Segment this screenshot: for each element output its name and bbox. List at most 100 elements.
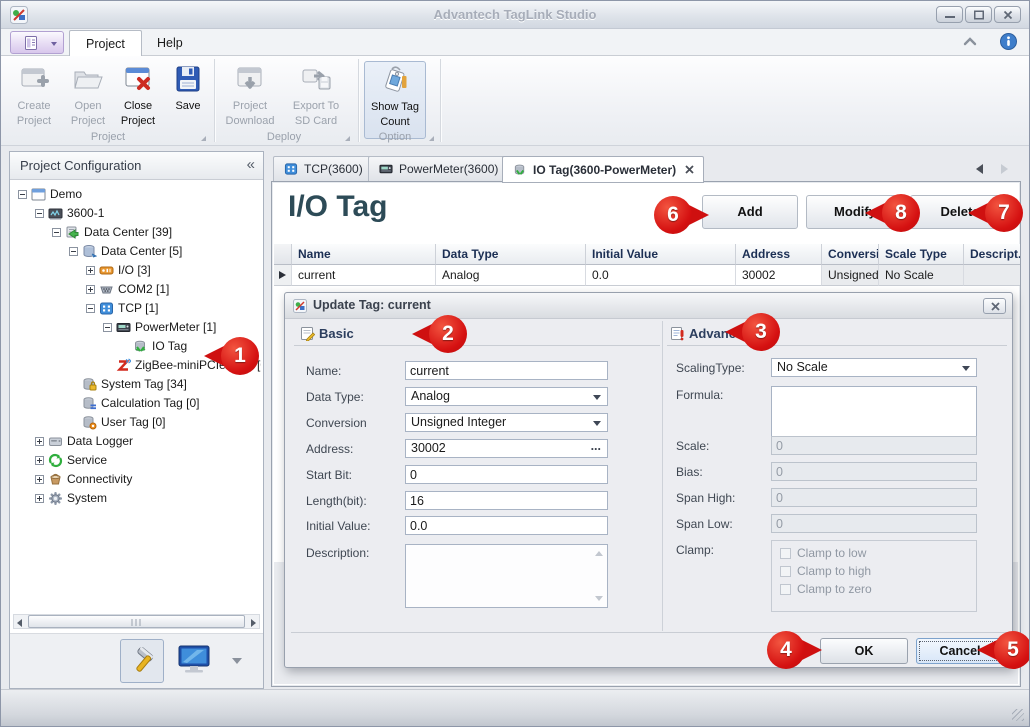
initial-value-input[interactable] xyxy=(405,516,608,535)
tree-item-io[interactable]: I/O [3] xyxy=(10,261,261,280)
collapse-expander-icon[interactable] xyxy=(86,304,95,313)
column-header-initial-value[interactable]: Initial Value xyxy=(586,244,736,265)
checkbox-icon[interactable] xyxy=(780,584,791,595)
tree-item-demo[interactable]: Demo xyxy=(10,185,261,204)
tree-horizontal-scrollbar[interactable] xyxy=(13,614,260,629)
resize-grip[interactable] xyxy=(1012,709,1024,721)
tab-scroll-right-icon[interactable] xyxy=(1001,164,1008,174)
start-bit-input[interactable] xyxy=(405,465,608,484)
tab-scroll-left-icon[interactable] xyxy=(976,164,983,174)
expand-expander-icon[interactable] xyxy=(35,475,44,484)
column-header-data-type[interactable]: Data Type xyxy=(436,244,586,265)
address-input[interactable]: 30002... xyxy=(405,439,608,458)
save-button[interactable]: Save xyxy=(163,61,213,139)
group-launcher-option[interactable] xyxy=(429,136,434,141)
textarea-scroll-down-icon[interactable] xyxy=(595,596,603,601)
sidebar-collapse-button[interactable]: « xyxy=(247,152,255,178)
description-textarea[interactable] xyxy=(405,544,608,608)
tree-item-data-logger[interactable]: Data Logger xyxy=(10,432,261,451)
cell-data-type[interactable]: Analog xyxy=(436,265,586,286)
collapse-expander-icon[interactable] xyxy=(103,323,112,332)
tree-item-service[interactable]: Service xyxy=(10,451,261,470)
clamp-to-high-option[interactable]: Clamp to high xyxy=(780,564,871,578)
length-input[interactable] xyxy=(405,491,608,510)
tab-powermeter[interactable]: PowerMeter(3600) xyxy=(368,156,508,182)
column-header-scale-type[interactable]: Scale Type xyxy=(879,244,964,265)
monitor-mode-button[interactable] xyxy=(172,639,216,683)
cell-initial-value[interactable]: 0.0 xyxy=(586,265,736,286)
column-header-name[interactable]: Name xyxy=(292,244,436,265)
collapse-expander-icon[interactable] xyxy=(18,190,27,199)
tab-tcp[interactable]: TCP(3600) xyxy=(273,156,373,182)
collapse-expander-icon[interactable] xyxy=(69,247,78,256)
column-header-address[interactable]: Address xyxy=(736,244,822,265)
minimize-button[interactable] xyxy=(936,6,963,23)
tab-close-icon[interactable] xyxy=(685,165,694,174)
data-type-select[interactable]: Analog xyxy=(405,387,608,406)
expand-expander-icon[interactable] xyxy=(86,285,95,294)
project-download-button[interactable]: Project Download xyxy=(222,61,278,139)
tree-item-connectivity[interactable]: Connectivity xyxy=(10,470,261,489)
export-sd-card-button[interactable]: Export To SD Card xyxy=(285,61,347,139)
clamp-to-zero-option[interactable]: Clamp to zero xyxy=(780,582,872,596)
collapse-expander-icon[interactable] xyxy=(35,209,44,218)
ribbon-tab-help[interactable]: Help xyxy=(141,30,199,56)
tree-item-tcp[interactable]: TCP [1] xyxy=(10,299,261,318)
tree-item-system-tag[interactable]: System Tag [34] xyxy=(10,375,261,394)
scroll-right-arrow-icon[interactable] xyxy=(251,619,256,627)
checkbox-icon[interactable] xyxy=(780,548,791,559)
create-project-button[interactable]: Create Project xyxy=(9,61,59,139)
expand-expander-icon[interactable] xyxy=(35,494,44,503)
textarea-scroll-up-icon[interactable] xyxy=(595,551,603,556)
cell-name[interactable]: current xyxy=(292,265,436,286)
dialog-title-bar[interactable]: Update Tag: current xyxy=(285,293,1012,319)
column-header-description[interactable]: Descript... xyxy=(964,244,1020,265)
calculation-tag-icon xyxy=(82,396,97,411)
info-icon[interactable] xyxy=(1000,33,1017,50)
build-mode-button[interactable] xyxy=(120,639,164,683)
tree-item-calculation-tag[interactable]: Calculation Tag [0] xyxy=(10,394,261,413)
ribbon-tab-project[interactable]: Project xyxy=(69,30,142,56)
clamp-to-low-option[interactable]: Clamp to low xyxy=(780,546,866,560)
cell-conversion[interactable]: Unsigned ... xyxy=(822,265,879,286)
tree-item-com2[interactable]: COM2 [1] xyxy=(10,280,261,299)
tree-item-powermeter[interactable]: PowerMeter [1] xyxy=(10,318,261,337)
cell-scale-type[interactable]: No Scale xyxy=(879,265,964,286)
column-header-conversion[interactable]: Conversi... xyxy=(822,244,879,265)
tree-item-data-center-39[interactable]: Data Center [39] xyxy=(10,223,261,242)
expand-expander-icon[interactable] xyxy=(86,266,95,275)
tree-item-system[interactable]: System xyxy=(10,489,261,508)
close-button[interactable] xyxy=(994,6,1021,23)
tree-item-3600-1[interactable]: 3600-1 xyxy=(10,204,261,223)
add-button[interactable]: Add xyxy=(702,195,798,229)
application-menu-button[interactable] xyxy=(10,31,64,54)
panel-divider xyxy=(662,321,663,631)
group-launcher-project[interactable] xyxy=(201,136,206,141)
cell-description[interactable] xyxy=(964,265,1020,286)
connectivity-icon xyxy=(48,472,63,487)
ok-button[interactable]: OK xyxy=(820,638,908,664)
tab-io-tag[interactable]: IO Tag(3600-PowerMeter) xyxy=(502,156,704,183)
tree-item-label: User Tag [0] xyxy=(101,413,165,432)
scaling-type-select[interactable]: No Scale xyxy=(771,358,977,377)
open-project-button[interactable]: Open Project xyxy=(63,61,113,139)
collapse-expander-icon[interactable] xyxy=(52,228,61,237)
footer-dropdown-arrow-icon[interactable] xyxy=(232,658,242,664)
show-tag-count-button[interactable]: Show Tag Count xyxy=(364,61,426,139)
address-browse-button[interactable]: ... xyxy=(591,438,601,455)
scrollbar-thumb[interactable] xyxy=(28,615,245,628)
collapse-ribbon-icon[interactable] xyxy=(963,37,977,46)
maximize-button[interactable] xyxy=(965,6,992,23)
cell-address[interactable]: 30002 xyxy=(736,265,822,286)
close-project-button[interactable]: Close Project xyxy=(113,61,163,139)
conversion-select[interactable]: Unsigned Integer xyxy=(405,413,608,432)
name-input[interactable] xyxy=(405,361,608,380)
expand-expander-icon[interactable] xyxy=(35,437,44,446)
dialog-close-button[interactable] xyxy=(983,298,1006,314)
group-launcher-deploy[interactable] xyxy=(345,136,350,141)
expand-expander-icon[interactable] xyxy=(35,456,44,465)
scroll-left-arrow-icon[interactable] xyxy=(17,619,22,627)
tree-item-data-center-5[interactable]: Data Center [5] xyxy=(10,242,261,261)
checkbox-icon[interactable] xyxy=(780,566,791,577)
tree-item-user-tag[interactable]: User Tag [0] xyxy=(10,413,261,432)
